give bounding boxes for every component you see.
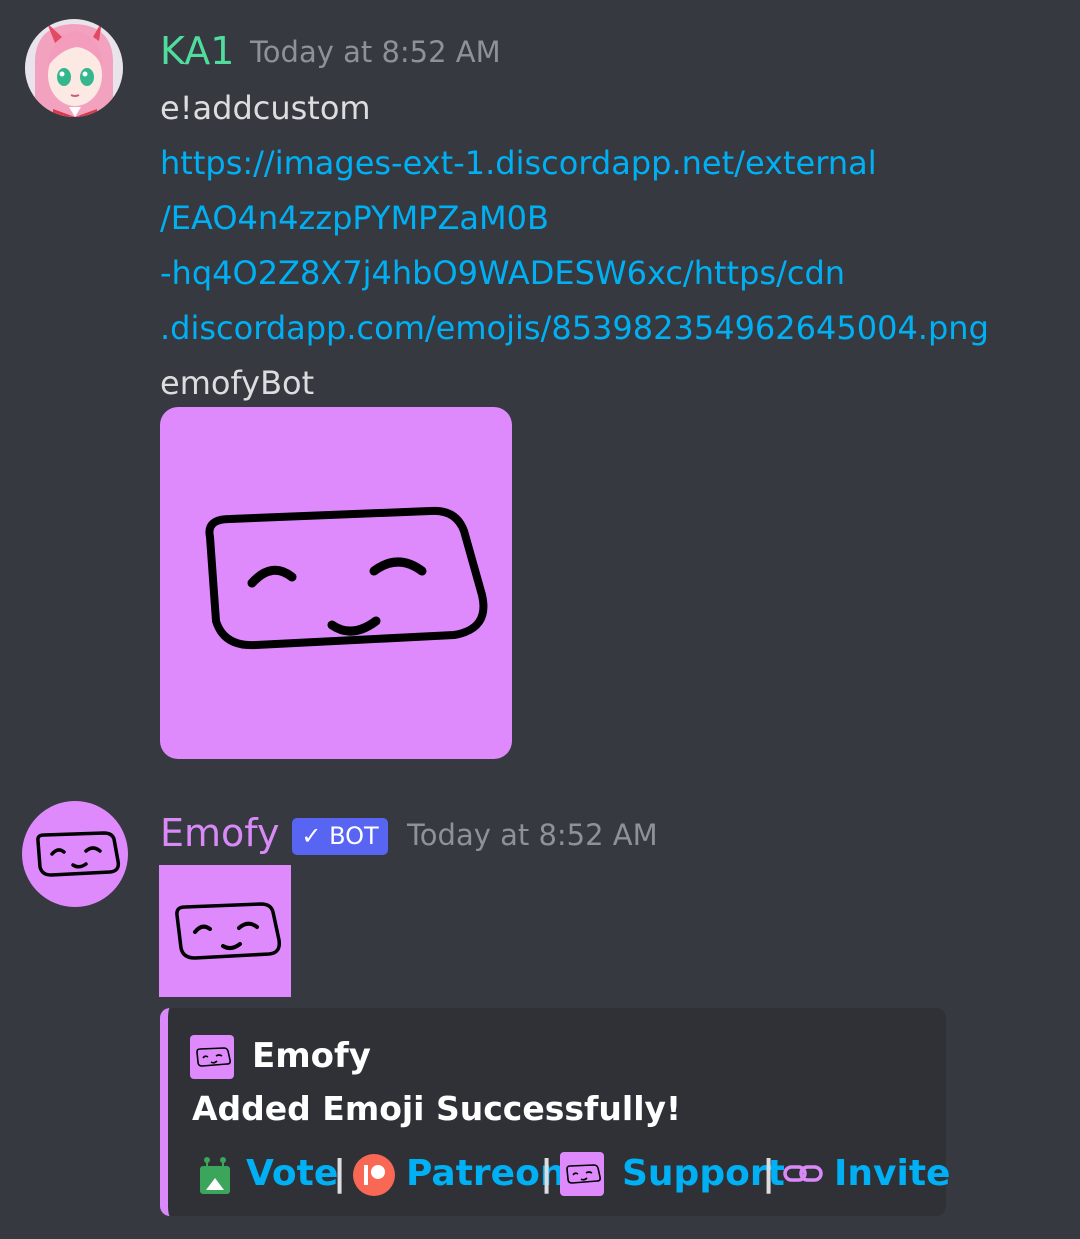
- vote-link[interactable]: Vote: [246, 1146, 338, 1202]
- embed-author-name[interactable]: Emofy: [252, 1034, 371, 1078]
- emoji-image-small[interactable]: [159, 865, 291, 997]
- invite-link[interactable]: Invite: [834, 1146, 950, 1202]
- patreon-icon: [352, 1153, 396, 1197]
- emofy-support-icon: [560, 1152, 604, 1196]
- separator: |: [333, 1153, 347, 1194]
- emoji-link-line-4[interactable]: .discordapp.com/emojis/85398235496264500…: [160, 301, 989, 356]
- emoji-image-preview[interactable]: [160, 407, 512, 759]
- username-emofy[interactable]: Emofy: [160, 810, 279, 856]
- bot-avatar-emofy[interactable]: [22, 801, 128, 907]
- user-avatar-ka1[interactable]: [25, 19, 123, 117]
- emoji-name-text: emofyBot: [160, 364, 315, 402]
- timestamp: Today at 8:52 AM: [407, 818, 658, 852]
- emoji-link-line-2[interactable]: /EAO4n4zzpPYMPZaM0B: [160, 191, 549, 246]
- topgg-icon: [196, 1154, 234, 1196]
- emoji-link-line-1[interactable]: https://images-ext-1.discordapp.net/exte…: [160, 136, 877, 191]
- link-icon: [782, 1158, 824, 1190]
- bot-tag: ✓ BOT: [292, 818, 388, 855]
- emofy-face-icon: [190, 1035, 234, 1079]
- emofy-face-icon: [160, 407, 512, 759]
- embed-links-row: Vote | Patreon | Support | Invite: [168, 1146, 950, 1202]
- command-text: e!addcustom: [160, 89, 371, 127]
- separator: |: [540, 1153, 554, 1194]
- anime-avatar-icon: [25, 19, 123, 117]
- emofy-face-icon: [159, 865, 291, 997]
- username-ka1[interactable]: KA1: [160, 28, 234, 74]
- timestamp: Today at 8:52 AM: [250, 35, 501, 69]
- separator: |: [762, 1153, 776, 1194]
- embed-card: Emofy Added Emoji Successfully! Vote | P…: [160, 1008, 950, 1216]
- embed-description: Added Emoji Successfully!: [192, 1089, 682, 1128]
- emoji-link-line-3[interactable]: -hq4O2Z8X7j4hbO9WADESW6xc/https/cdn: [160, 246, 845, 301]
- embed-author-icon: [190, 1035, 234, 1079]
- support-link[interactable]: Support: [622, 1146, 785, 1202]
- emofy-face-icon: [36, 831, 121, 877]
